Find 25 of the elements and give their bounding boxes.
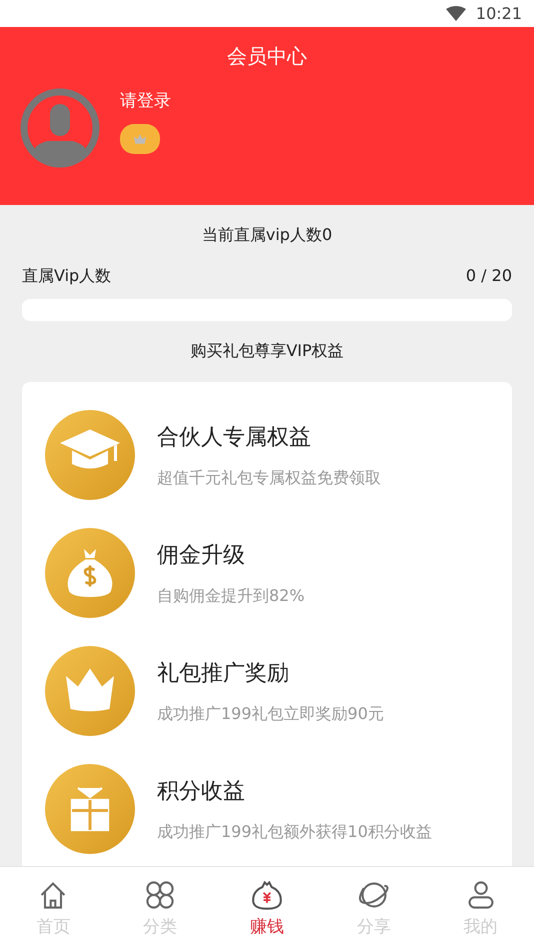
crown-icon	[45, 646, 135, 736]
page-title: 会员中心	[226, 43, 308, 70]
login-link[interactable]: 请登录	[120, 88, 171, 112]
wifi-icon	[446, 6, 466, 22]
section-title: 购买礼包尊享VIP权益	[189, 341, 345, 362]
status-time: 10:21	[476, 4, 522, 23]
benefit-description: 超值千元礼包专属权益免费领取	[157, 468, 381, 488]
grid-icon	[144, 878, 176, 910]
gift-icon	[45, 764, 135, 854]
graduation-cap-icon	[45, 410, 135, 500]
benefit-description: 自购佣金提升到82%	[157, 586, 305, 606]
benefit-title: 积分收益	[157, 778, 246, 806]
benefit-title: 礼包推广奖励	[157, 660, 290, 688]
nav-tab[interactable]: 赚钱	[226, 878, 307, 938]
crown-icon	[134, 134, 146, 144]
avatar-icon[interactable]	[20, 88, 100, 168]
benefit-title: 合伙人专属权益	[157, 424, 312, 452]
benefit-description: 成功推广199礼包额外获得10积分收益	[157, 822, 432, 842]
vip-label: 直属Vip人数	[22, 266, 112, 287]
vip-summary: 当前直属vip人数0	[200, 225, 334, 246]
vip-count: 0 / 20	[466, 266, 512, 287]
benefit-description: 成功推广199礼包立即奖励90元	[157, 704, 384, 724]
money-bag-icon	[250, 878, 283, 910]
money-bag-icon	[45, 528, 135, 618]
benefit-title: 佣金升级	[157, 542, 246, 570]
